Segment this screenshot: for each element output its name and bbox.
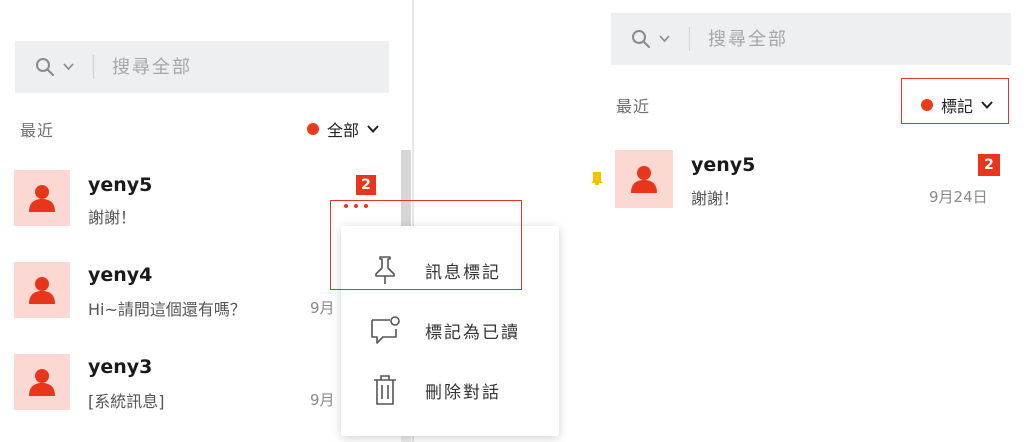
search-bar[interactable]	[611, 13, 1011, 65]
conversation-message: [系統訊息]	[88, 392, 165, 411]
user-icon	[29, 185, 55, 212]
unread-badge: 2	[356, 175, 376, 195]
avatar	[14, 170, 70, 226]
avatar	[615, 150, 673, 208]
conversation-time: 9月	[310, 391, 335, 409]
menu-item-label: 刪除對話	[425, 382, 501, 403]
conversation-item[interactable]: yeny3 [系統訊息] 9月	[0, 344, 400, 424]
conversation-message: Hi~請問這個還有嗎？	[88, 300, 246, 319]
user-icon	[29, 277, 55, 304]
avatar	[14, 262, 70, 318]
conversation-name: yeny5	[691, 154, 756, 176]
search-separator	[93, 55, 94, 79]
conversation-name: yeny4	[88, 264, 153, 286]
conversation-message: 謝謝！	[88, 208, 137, 227]
unread-badge: 2	[978, 154, 1000, 176]
search-icon[interactable]	[631, 28, 653, 50]
trash-icon	[369, 374, 401, 406]
highlight-box	[901, 78, 1009, 124]
chevron-down-icon	[367, 125, 379, 133]
message-read-icon	[369, 314, 401, 346]
user-icon	[29, 369, 55, 396]
section-label-recent: 最近	[20, 121, 55, 140]
menu-item-mark-read[interactable]: 標記為已讀	[341, 308, 559, 352]
highlight-box	[330, 200, 522, 290]
search-icon[interactable]	[35, 56, 57, 78]
conversation-time: 9月	[310, 299, 335, 317]
filter-dropdown[interactable]: 全部	[307, 117, 379, 141]
menu-item-label: 標記為已讀	[425, 322, 520, 343]
pinned-marker-icon	[590, 170, 604, 186]
user-icon	[631, 166, 657, 193]
section-label-recent: 最近	[616, 97, 651, 116]
conversation-item[interactable]: yeny5 謝謝！ 2 9月24日	[586, 140, 1016, 220]
search-input[interactable]	[112, 56, 332, 78]
filter-dot-icon	[307, 123, 319, 135]
filter-label: 全部	[327, 121, 360, 140]
conversation-name: yeny3	[88, 356, 153, 378]
conversation-name: yeny5	[88, 174, 153, 196]
search-separator	[689, 27, 690, 51]
right-panel: 最近 標記 yeny5 謝謝！ 2 9月24日	[586, 0, 1028, 442]
search-bar[interactable]	[15, 41, 389, 93]
chevron-down-icon[interactable]	[659, 33, 671, 45]
chevron-down-icon[interactable]	[63, 61, 75, 73]
conversation-message: 謝謝！	[691, 189, 740, 208]
avatar	[14, 354, 70, 410]
search-input[interactable]	[708, 28, 928, 50]
conversation-time: 9月24日	[929, 188, 988, 206]
menu-item-delete-conversation[interactable]: 刪除對話	[341, 368, 559, 412]
